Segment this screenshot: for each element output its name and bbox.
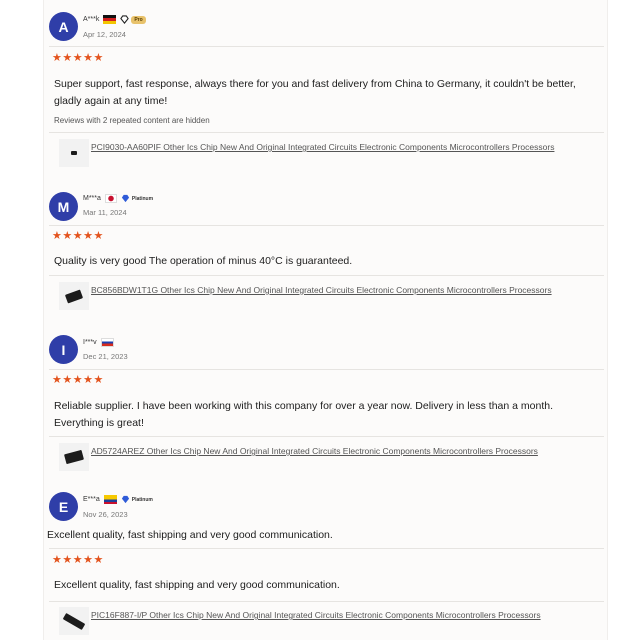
germany-flag-icon <box>103 15 117 24</box>
dip-chip-icon <box>62 612 86 630</box>
diamond-icon <box>120 15 130 24</box>
star-rating: ★★★★★ <box>52 230 104 242</box>
product-link[interactable]: BC856BDW1T1G Other Ics Chip New And Orig… <box>91 285 591 296</box>
review-date: Mar 11, 2024 <box>83 208 127 217</box>
reviewer-line: M***a Platinum <box>83 194 153 203</box>
product-link[interactable]: AD5724AREZ Other Ics Chip New And Origin… <box>91 446 591 457</box>
review-text: Quality is very good The operation of mi… <box>54 255 353 267</box>
reviewer-line: E***a Platinum <box>83 495 153 504</box>
avatar: E <box>49 492 78 521</box>
avatar: A <box>49 12 78 41</box>
star-rating: ★★★★★ <box>52 554 104 566</box>
sot-chip-icon <box>64 289 84 303</box>
diamond-icon <box>121 495 129 504</box>
platinum-badge: Platinum <box>121 194 153 203</box>
avatar: I <box>49 335 78 364</box>
star-rating: ★★★★★ <box>52 52 104 64</box>
reviewer-name: I***v <box>83 339 97 346</box>
review-text: Reliable supplier. I have been working w… <box>54 400 554 429</box>
divider <box>49 275 604 276</box>
product-link[interactable]: PCI9030-AA60PIF Other Ics Chip New And O… <box>91 142 591 153</box>
reviews-panel: A A***k Pro Apr 12, 2024 ★★★★★ Super sup… <box>43 0 608 640</box>
review-text: Super support, fast response, always the… <box>54 78 576 107</box>
divider <box>49 369 604 370</box>
divider <box>49 601 604 602</box>
divider <box>49 436 604 437</box>
review-summary-text: Excellent quality, fast shipping and ver… <box>47 529 333 541</box>
avatar: M <box>49 192 78 221</box>
diamond-icon <box>121 194 130 203</box>
small-chip-icon <box>71 151 77 155</box>
russia-flag-icon <box>100 338 114 347</box>
product-thumbnail[interactable] <box>59 139 89 167</box>
product-thumbnail[interactable] <box>59 443 89 471</box>
divider <box>49 46 604 47</box>
divider <box>49 548 604 549</box>
reviewer-line: A***k Pro <box>83 15 146 24</box>
divider <box>49 225 604 226</box>
review-date: Apr 12, 2024 <box>83 30 126 39</box>
reviewer-name: M***a <box>83 195 101 202</box>
reviewer-name: A***k <box>83 16 100 23</box>
product-thumbnail[interactable] <box>59 282 89 310</box>
product-link[interactable]: PIC16F887-I/P Other Ics Chip New And Ori… <box>91 610 591 621</box>
review-date: Nov 26, 2023 <box>83 510 128 519</box>
pro-badge: Pro <box>120 15 146 24</box>
divider <box>49 132 604 133</box>
soic-chip-icon <box>64 449 84 465</box>
star-rating: ★★★★★ <box>52 374 104 386</box>
reviewer-name: E***a <box>83 496 100 503</box>
japan-flag-icon <box>104 194 117 203</box>
review-text: Excellent quality, fast shipping and ver… <box>54 579 340 591</box>
product-thumbnail[interactable] <box>59 607 89 635</box>
review-date: Dec 21, 2023 <box>83 352 128 361</box>
colombia-flag-icon <box>103 495 117 504</box>
platinum-badge: Platinum <box>121 495 153 504</box>
reviewer-line: I***v <box>83 338 114 347</box>
hidden-reviews-note: Reviews with 2 repeated content are hidd… <box>54 116 210 125</box>
